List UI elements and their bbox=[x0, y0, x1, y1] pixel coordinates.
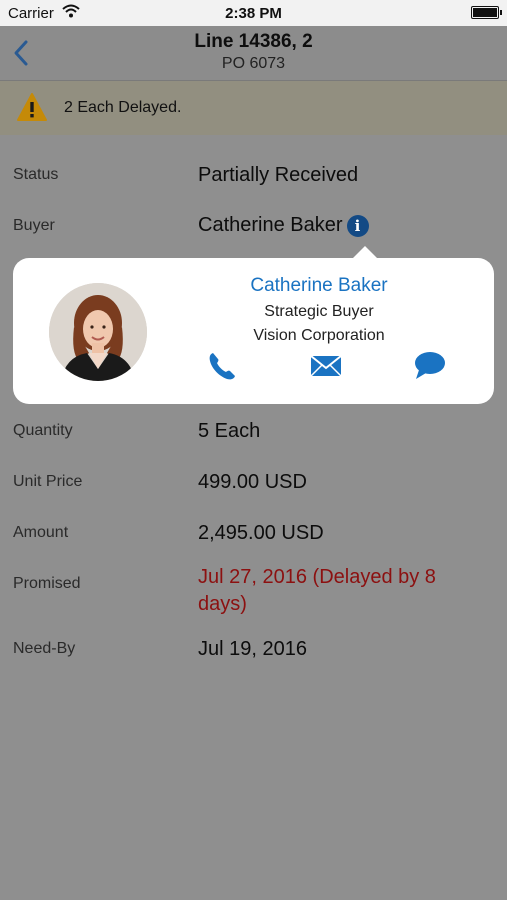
delay-alert-banner: 2 Each Delayed. bbox=[0, 81, 507, 135]
avatar bbox=[49, 283, 147, 381]
warning-icon bbox=[17, 93, 47, 121]
need-by-label: Need-By bbox=[13, 640, 76, 657]
buyer-contact-popover: Catherine Baker Strategic Buyer Vision C… bbox=[13, 246, 494, 404]
chat-icon[interactable] bbox=[413, 350, 447, 382]
info-icon[interactable]: i bbox=[346, 214, 369, 237]
buyer-value-group: Catherine Baker i bbox=[198, 212, 369, 239]
buyer-value: Catherine Baker bbox=[198, 214, 343, 236]
status-bar: Carrier 2:38 PM bbox=[0, 0, 507, 26]
quantity-label: Quantity bbox=[13, 422, 73, 439]
promised-label: Promised bbox=[13, 575, 81, 592]
need-by-value: Jul 19, 2016 bbox=[198, 638, 307, 660]
battery-icon bbox=[471, 6, 502, 19]
page-title: Line 14386, 2 bbox=[194, 31, 313, 52]
amount-label: Amount bbox=[13, 524, 69, 541]
promised-value: Jul 27, 2016 (Delayed by 8 days) bbox=[198, 566, 436, 615]
popover-caret bbox=[352, 246, 378, 259]
quantity-value: 5 Each bbox=[198, 420, 261, 442]
status-label: Status bbox=[13, 166, 59, 183]
contact-role: Strategic Buyer bbox=[264, 303, 374, 320]
alert-message: 2 Each Delayed. bbox=[64, 99, 182, 116]
contact-name[interactable]: Catherine Baker bbox=[163, 275, 475, 297]
unit-price-label: Unit Price bbox=[13, 473, 83, 490]
amount-value: 2,495.00 USD bbox=[198, 522, 324, 544]
clock: 2:38 PM bbox=[225, 5, 282, 22]
unit-price-value: 499.00 USD bbox=[198, 471, 307, 493]
navigation-bar: Line 14386, 2 PO 6073 bbox=[0, 26, 507, 81]
status-value: Partially Received bbox=[198, 164, 359, 186]
buyer-label: Buyer bbox=[13, 217, 55, 234]
page-subtitle: PO 6073 bbox=[221, 55, 286, 72]
contact-company: Vision Corporation bbox=[253, 327, 385, 344]
phone-icon[interactable] bbox=[206, 350, 240, 382]
mail-icon[interactable] bbox=[309, 350, 343, 382]
